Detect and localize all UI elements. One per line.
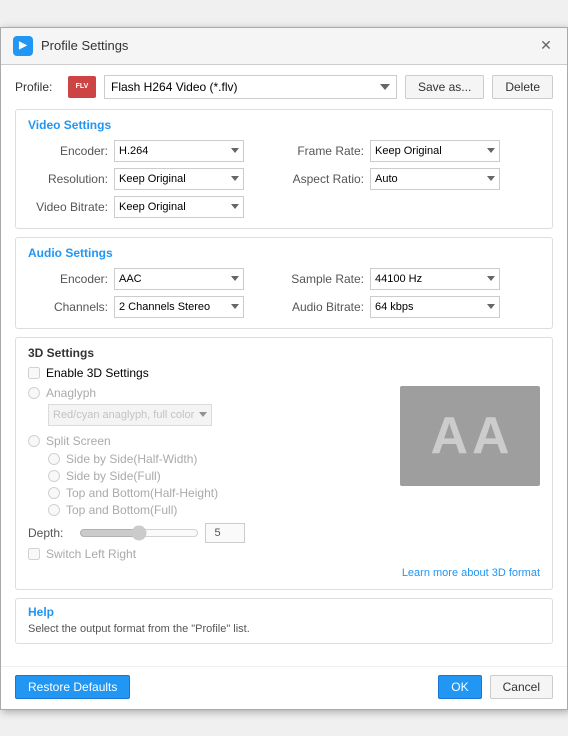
encoder-row: Encoder: H.264 [28, 140, 284, 162]
depth-spinner[interactable] [205, 523, 245, 543]
audio-settings-grid: Encoder: AAC Sample Rate: 44100 Hz Chann… [28, 268, 540, 318]
split-half-width-radio[interactable] [48, 453, 60, 465]
frame-rate-label: Frame Rate: [284, 144, 364, 158]
3d-settings-section: 3D Settings Enable 3D Settings Anaglyph … [15, 337, 553, 590]
split-option-2: Top and Bottom(Half-Height) [48, 486, 390, 500]
main-content: Profile: FLV Flash H264 Video (*.flv) Sa… [1, 65, 567, 662]
video-settings-grid: Encoder: H.264 Frame Rate: Keep Original… [28, 140, 540, 218]
switch-left-right-checkbox[interactable] [28, 548, 40, 560]
footer: Restore Defaults OK Cancel [1, 666, 567, 709]
sample-rate-label: Sample Rate: [284, 272, 364, 286]
sample-rate-row: Sample Rate: 44100 Hz [284, 268, 540, 290]
switch-left-right-label: Switch Left Right [46, 547, 136, 561]
depth-label: Depth: [28, 526, 73, 540]
save-as-button[interactable]: Save as... [405, 75, 484, 99]
profile-select[interactable]: Flash H264 Video (*.flv) [104, 75, 397, 99]
sample-rate-select[interactable]: 44100 Hz [370, 268, 500, 290]
audio-encoder-label: Encoder: [28, 272, 108, 286]
video-bitrate-row: Video Bitrate: Keep Original [28, 196, 284, 218]
3d-preview: A A [400, 386, 540, 486]
channels-select[interactable]: 2 Channels Stereo [114, 296, 244, 318]
channels-label: Channels: [28, 300, 108, 314]
anaglyph-label: Anaglyph [46, 386, 96, 400]
channels-row: Channels: 2 Channels Stereo [28, 296, 284, 318]
3d-settings-title: 3D Settings [28, 346, 540, 360]
aspect-ratio-row: Aspect Ratio: Auto [284, 168, 540, 190]
audio-settings-section: Audio Settings Encoder: AAC Sample Rate:… [15, 237, 553, 329]
app-icon: ▶ [13, 36, 33, 56]
top-bottom-half-radio[interactable] [48, 487, 60, 499]
3d-options-left: Anaglyph Red/cyan anaglyph, full color S… [28, 386, 390, 561]
audio-bitrate-row: Audio Bitrate: 64 kbps [284, 296, 540, 318]
resolution-row: Resolution: Keep Original [28, 168, 284, 190]
frame-rate-select[interactable]: Keep Original [370, 140, 500, 162]
resolution-select[interactable]: Keep Original [114, 168, 244, 190]
profile-settings-window: ▶ Profile Settings ✕ Profile: FLV Flash … [0, 27, 568, 710]
profile-row: Profile: FLV Flash H264 Video (*.flv) Sa… [15, 75, 553, 99]
anaglyph-radio[interactable] [28, 387, 40, 399]
video-bitrate-label: Video Bitrate: [28, 200, 108, 214]
ok-button[interactable]: OK [438, 675, 481, 699]
aa-preview-letters: A A [430, 406, 509, 466]
audio-bitrate-select[interactable]: 64 kbps [370, 296, 500, 318]
top-bottom-full-radio[interactable] [48, 504, 60, 516]
delete-button[interactable]: Delete [492, 75, 553, 99]
split-option-1: Side by Side(Full) [48, 469, 390, 483]
learn-more-row: Learn more about 3D format [28, 565, 540, 579]
video-settings-title: Video Settings [28, 118, 540, 132]
split-screen-radio[interactable] [28, 435, 40, 447]
window-title: Profile Settings [41, 38, 128, 53]
cancel-button[interactable]: Cancel [490, 675, 553, 699]
help-title: Help [28, 605, 540, 619]
split-option-0: Side by Side(Half-Width) [48, 452, 390, 466]
preview-letter-left: A [430, 406, 468, 466]
split-option-3: Top and Bottom(Full) [48, 503, 390, 517]
aspect-ratio-label: Aspect Ratio: [284, 172, 364, 186]
resolution-label: Resolution: [28, 172, 108, 186]
enable-3d-label: Enable 3D Settings [46, 366, 149, 380]
restore-defaults-button[interactable]: Restore Defaults [15, 675, 130, 699]
split-options-group: Side by Side(Half-Width) Side by Side(Fu… [28, 452, 390, 517]
split-full-radio[interactable] [48, 470, 60, 482]
split-screen-radio-row: Split Screen [28, 434, 390, 448]
close-button[interactable]: ✕ [537, 37, 555, 55]
audio-encoder-row: Encoder: AAC [28, 268, 284, 290]
audio-settings-title: Audio Settings [28, 246, 540, 260]
audio-encoder-select[interactable]: AAC [114, 268, 244, 290]
video-settings-section: Video Settings Encoder: H.264 Frame Rate… [15, 109, 553, 229]
audio-bitrate-label: Audio Bitrate: [284, 300, 364, 314]
footer-right: OK Cancel [438, 675, 553, 699]
learn-more-link[interactable]: Learn more about 3D format [402, 567, 540, 579]
enable-3d-checkbox[interactable] [28, 367, 40, 379]
enable-3d-row: Enable 3D Settings [28, 366, 540, 380]
switch-left-right-row: Switch Left Right [28, 547, 390, 561]
video-bitrate-select[interactable]: Keep Original [114, 196, 244, 218]
depth-slider[interactable] [79, 525, 199, 541]
title-bar: ▶ Profile Settings ✕ [1, 28, 567, 65]
profile-format-icon: FLV [68, 76, 96, 98]
anaglyph-type-select[interactable]: Red/cyan anaglyph, full color [48, 404, 212, 426]
anaglyph-radio-row: Anaglyph [28, 386, 390, 400]
frame-rate-row: Frame Rate: Keep Original [284, 140, 540, 162]
encoder-label: Encoder: [28, 144, 108, 158]
3d-content: Anaglyph Red/cyan anaglyph, full color S… [28, 386, 540, 561]
preview-letter-right: A [472, 406, 510, 466]
help-text: Select the output format from the "Profi… [28, 623, 540, 635]
3d-radio-group: Anaglyph Red/cyan anaglyph, full color S… [28, 386, 390, 517]
help-section: Help Select the output format from the "… [15, 598, 553, 644]
split-screen-label: Split Screen [46, 434, 111, 448]
profile-label: Profile: [15, 80, 60, 94]
encoder-select[interactable]: H.264 [114, 140, 244, 162]
depth-row: Depth: [28, 523, 390, 543]
aspect-ratio-select[interactable]: Auto [370, 168, 500, 190]
